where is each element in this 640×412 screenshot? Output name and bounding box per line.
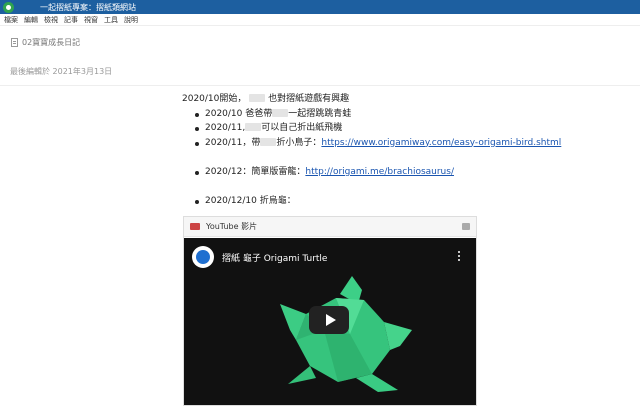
- youtube-header: YouTube 影片: [184, 217, 476, 237]
- menu-bar: 檔案 編輯 檢視 記事 視窗 工具 說明: [0, 14, 640, 26]
- title-bar: 一起摺紙專案：摺紙類網站: [0, 0, 640, 14]
- list-item-text: 可以自己折出紙飛機: [261, 123, 343, 133]
- list-item-text: 2020/11，帶: [205, 137, 261, 148]
- window-title: 一起摺紙專案：摺紙類網站: [40, 2, 136, 12]
- list-item: 2020/11, 可以自己折出紙飛機: [190, 121, 582, 136]
- menu-help[interactable]: 說明: [124, 15, 138, 25]
- channel-avatar[interactable]: [192, 246, 214, 268]
- embed-menu-icon[interactable]: [462, 223, 470, 230]
- list-item: 2020/11，帶 折小鳥子：https://www.origamiway.com…: [190, 136, 582, 151]
- menu-window[interactable]: 視窗: [84, 15, 98, 25]
- menu-edit[interactable]: 編輯: [24, 15, 38, 25]
- play-button[interactable]: [309, 306, 349, 334]
- redacted-name: [245, 123, 262, 131]
- menu-file[interactable]: 檔案: [4, 15, 18, 25]
- menu-note[interactable]: 記事: [64, 15, 78, 25]
- youtube-embed[interactable]: YouTube 影片 摺紙 龜子 Origami Turtle: [183, 216, 477, 406]
- header-divider: [0, 85, 640, 86]
- origami-turtle-thumbnail: [280, 276, 412, 392]
- app-logo-icon[interactable]: [3, 1, 14, 13]
- list-item-text: 折小鳥子：: [276, 137, 322, 148]
- last-edited-label: 最後編輯於 2021年3月13日: [10, 67, 113, 76]
- list-item-text: 2020/11,: [205, 123, 246, 133]
- list-item: 2020/10 爸爸帶 一起摺跳跳青蛙: [190, 107, 582, 122]
- video-title[interactable]: 摺紙 龜子 Origami Turtle: [222, 251, 327, 264]
- more-vert-icon[interactable]: [458, 251, 460, 261]
- blank-line: [190, 150, 582, 165]
- intro-text-b: 也對摺紙遊戲有興趣: [268, 94, 350, 104]
- play-icon: [325, 314, 336, 326]
- list-item: 2020/12：簡單版雷龍：http://origami.me/brachios…: [190, 165, 582, 180]
- list-item-text: 2020/12/10 折烏龜：: [205, 195, 296, 206]
- youtube-icon: [190, 223, 200, 230]
- video-player[interactable]: 摺紙 龜子 Origami Turtle: [184, 238, 476, 405]
- snowflake-logo-icon: [196, 250, 210, 264]
- blank-line: [190, 179, 582, 194]
- bird-link[interactable]: https://www.origamiway.com/easy-origami-…: [321, 138, 561, 148]
- note-body[interactable]: 2020/10開始， 也對摺紙遊戲有興趣 2020/10 爸爸帶 一起摺跳跳青蛙 …: [182, 92, 582, 208]
- brachiosaurus-link[interactable]: http://origami.me/brachiosaurus/: [305, 167, 454, 177]
- list-item-text: 2020/10 爸爸帶: [205, 108, 273, 119]
- notebook-selector[interactable]: 02寶寶成長日記: [11, 37, 80, 48]
- list-item: 2020/12/10 折烏龜：: [190, 194, 582, 209]
- menu-view[interactable]: 檢視: [44, 15, 58, 25]
- intro-line: 2020/10開始， 也對摺紙遊戲有興趣: [182, 92, 582, 107]
- notebook-icon: [11, 38, 18, 47]
- redacted-name: [272, 108, 289, 117]
- menu-tools[interactable]: 工具: [104, 15, 118, 25]
- redacted-name: [249, 94, 266, 102]
- note-list: 2020/10 爸爸帶 一起摺跳跳青蛙 2020/11, 可以自己折出紙飛機 202…: [190, 107, 582, 209]
- list-item-text: 2020/12：簡單版雷龍：: [205, 166, 306, 177]
- intro-text-a: 2020/10開始，: [182, 94, 247, 104]
- notebook-name: 02寶寶成長日記: [22, 38, 81, 47]
- youtube-header-label: YouTube 影片: [206, 222, 258, 231]
- list-item-text: 一起摺跳跳青蛙: [288, 108, 352, 119]
- redacted-name: [260, 137, 277, 146]
